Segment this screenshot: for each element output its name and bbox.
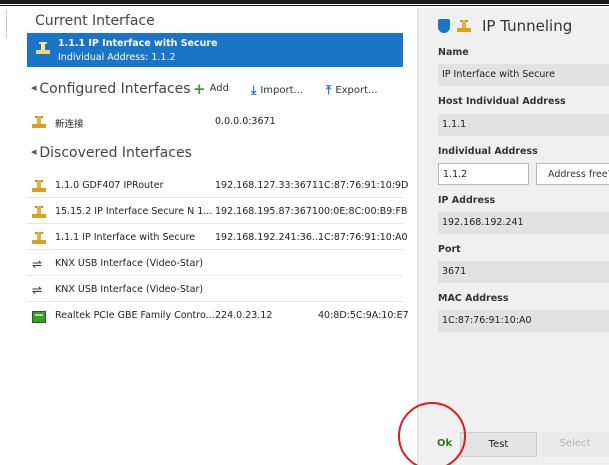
import-icon: ⤓ bbox=[251, 83, 257, 97]
knx-icon bbox=[32, 116, 46, 128]
interface-ip: 224.0.23.12 bbox=[215, 310, 273, 321]
interface-ip: 192.168.192.241:36... bbox=[215, 232, 321, 243]
discovered-interfaces-header[interactable]: ◀ Discovered Interfaces bbox=[31, 145, 192, 161]
collapse-triangle-icon: ◀ bbox=[31, 84, 37, 92]
import-label: Import... bbox=[260, 85, 304, 96]
discovered-interface-row[interactable]: Realtek PCIe GBE Family Contro... 224.0.… bbox=[27, 304, 409, 328]
host-address-field: 1.1.1 bbox=[438, 114, 609, 136]
interface-ip: 192.168.127.33:3671 bbox=[215, 180, 318, 191]
discovered-interface-row[interactable]: 15.15.2 IP Interface Secure N 1... 192.1… bbox=[27, 200, 407, 224]
interface-name: 1.1.1 IP Interface with Secure bbox=[55, 232, 196, 243]
select-button[interactable]: Select bbox=[541, 432, 609, 457]
discovered-interface-row[interactable]: ⇌ KNX USB Interface (Video-Star) bbox=[27, 278, 403, 302]
knx-icon bbox=[32, 206, 46, 218]
export-button[interactable]: ⤒ Export... bbox=[326, 83, 378, 98]
individual-address-label: Individual Address bbox=[438, 146, 538, 157]
interface-name: 15.15.2 IP Interface Secure N 1... bbox=[55, 206, 213, 217]
interface-ip: 192.168.195.87:3671 bbox=[215, 206, 318, 217]
interface-ip: 0.0.0.0:3671 bbox=[215, 116, 276, 127]
current-interface-address: Individual Address: 1.1.2 bbox=[58, 52, 176, 63]
add-button[interactable]: + Add bbox=[193, 79, 229, 98]
mac-address-field: 1C:87:76:91:10:A0 bbox=[438, 310, 609, 332]
interface-name: KNX USB Interface (Video-Star) bbox=[55, 258, 204, 269]
interface-mac: 00:0E:8C:00:B9:FB bbox=[318, 206, 408, 217]
ip-address-field: 192.168.192.241 bbox=[438, 212, 609, 234]
interface-name: 新连接 bbox=[55, 119, 84, 130]
interface-name: 1.1.0 GDF407 IPRouter bbox=[55, 180, 164, 191]
import-button[interactable]: ⤓ Import... bbox=[251, 83, 303, 98]
usb-icon: ⇌ bbox=[32, 283, 43, 297]
discovered-interface-row[interactable]: ⇌ KNX USB Interface (Video-Star) bbox=[27, 252, 403, 276]
knx-icon bbox=[32, 232, 46, 244]
current-interface-title: Current Interface bbox=[35, 13, 155, 29]
shield-icon bbox=[438, 19, 450, 33]
interface-mac: 1C:87:76:91:10:9D bbox=[318, 180, 409, 191]
discovered-interfaces-title: Discovered Interfaces bbox=[39, 145, 192, 161]
usb-icon: ⇌ bbox=[32, 257, 43, 271]
address-free-button[interactable]: Address free? bbox=[536, 163, 609, 185]
collapse-triangle-icon: ◀ bbox=[31, 148, 37, 156]
window-top-border-line bbox=[0, 5, 609, 6]
port-field: 3671 bbox=[438, 261, 609, 283]
configured-interface-row[interactable]: 新连接 0.0.0.0:3671 bbox=[27, 110, 403, 134]
test-button[interactable]: Test bbox=[460, 432, 537, 457]
details-title: IP Tunneling bbox=[482, 17, 573, 35]
details-pane: IP Tunneling Name IP Interface with Secu… bbox=[418, 8, 609, 465]
individual-address-input[interactable]: 1.1.2 bbox=[438, 163, 529, 185]
ip-address-label: IP Address bbox=[438, 195, 496, 206]
interface-mac: 40:8D:5C:9A:10:E7 bbox=[318, 310, 409, 321]
discovered-interface-row[interactable]: 1.1.0 GDF407 IPRouter 192.168.127.33:367… bbox=[27, 174, 408, 198]
mac-address-label: MAC Address bbox=[438, 293, 509, 304]
discovered-interface-row[interactable]: 1.1.1 IP Interface with Secure 192.168.1… bbox=[27, 226, 408, 250]
current-interface-name: 1.1.1 IP Interface with Secure bbox=[58, 38, 218, 49]
details-header: IP Tunneling bbox=[438, 17, 572, 35]
configured-interfaces-title: Configured Interfaces bbox=[39, 81, 191, 97]
interface-name: Realtek PCIe GBE Family Contro... bbox=[55, 310, 215, 321]
ok-button[interactable]: Ok bbox=[437, 438, 452, 449]
add-label: Add bbox=[209, 83, 229, 94]
window-top-border bbox=[0, 0, 609, 4]
host-address-label: Host Individual Address bbox=[438, 96, 566, 107]
interface-name: KNX USB Interface (Video-Star) bbox=[55, 284, 204, 295]
current-interface-item[interactable]: 1.1.1 IP Interface with Secure Individua… bbox=[27, 33, 403, 67]
interface-mac: 1C:87:76:91:10:A0 bbox=[318, 232, 408, 243]
knx-icon bbox=[32, 180, 46, 192]
port-label: Port bbox=[438, 244, 461, 255]
knx-icon bbox=[457, 20, 471, 32]
left-edge-line bbox=[6, 10, 7, 38]
configured-interfaces-header[interactable]: ◀ Configured Interfaces bbox=[31, 81, 191, 97]
plus-icon: + bbox=[193, 79, 206, 98]
export-icon: ⤒ bbox=[326, 83, 332, 97]
name-field[interactable]: IP Interface with Secure bbox=[438, 64, 609, 86]
export-label: Export... bbox=[335, 85, 378, 96]
name-label: Name bbox=[438, 47, 469, 58]
knx-icon bbox=[36, 42, 50, 54]
network-card-icon bbox=[32, 311, 46, 323]
